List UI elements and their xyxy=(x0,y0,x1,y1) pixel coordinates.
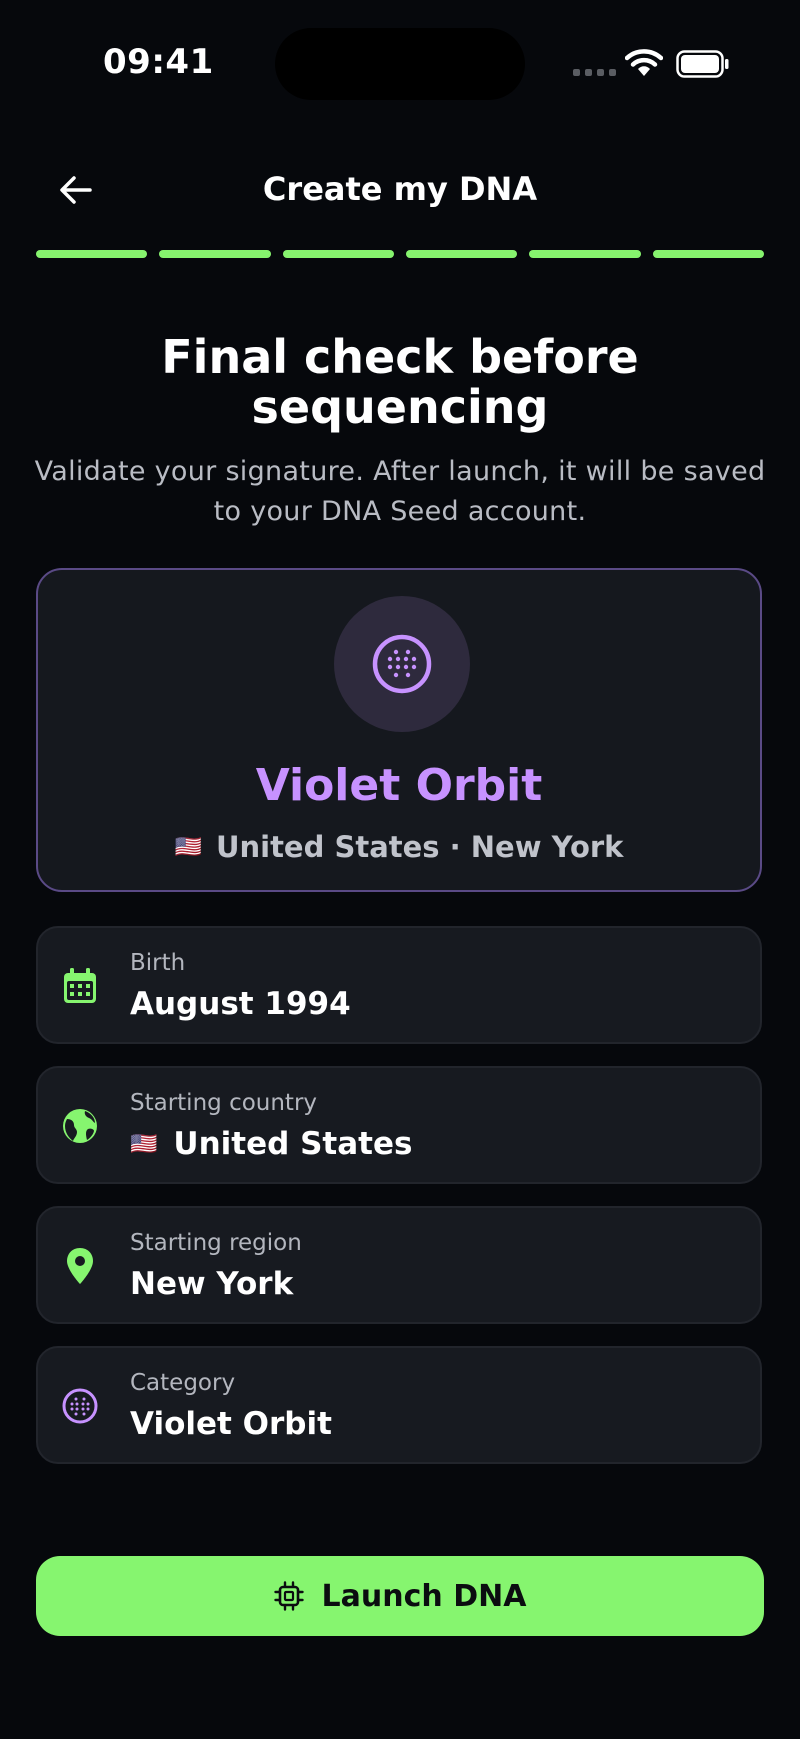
launch-dna-label: Launch DNA xyxy=(321,1578,527,1614)
progress-step xyxy=(282,250,394,258)
birth-label: Birth xyxy=(130,950,186,976)
hero-subtitle: Validate your signature. After launch, i… xyxy=(34,456,766,527)
globe-icon xyxy=(60,1106,100,1146)
us-flag-icon: 🇺🇸 xyxy=(130,1131,158,1157)
orbit-dots-icon xyxy=(372,634,432,694)
status-time: 09:41 xyxy=(103,42,214,82)
cellular-signal-icon xyxy=(573,69,616,76)
chip-icon xyxy=(273,1581,304,1611)
status-bar: 09:41 xyxy=(0,0,800,130)
dna-location-text: United States · New York xyxy=(215,830,624,864)
starting-country-value-text: United States xyxy=(173,1126,413,1162)
starting-region-label: Starting region xyxy=(130,1230,302,1256)
orbit-dots-icon xyxy=(60,1386,100,1426)
launch-dna-button[interactable]: Launch DNA xyxy=(36,1556,764,1636)
step-progress xyxy=(36,250,764,258)
wifi-icon xyxy=(625,49,663,76)
progress-step xyxy=(159,250,271,258)
category-value-text: Violet Orbit xyxy=(130,1406,332,1442)
category-label: Category xyxy=(130,1370,236,1396)
starting-region-value: New York xyxy=(130,1266,293,1302)
progress-step xyxy=(36,250,148,258)
birth-row: Birth August 1994 xyxy=(36,926,762,1044)
category-row: Category Violet Orbit xyxy=(36,1346,762,1464)
starting-region-row: Starting region New York xyxy=(36,1206,762,1324)
calendar-icon xyxy=(60,966,100,1006)
dna-summary-card: Violet Orbit 🇺🇸 United States · New York xyxy=(36,568,762,892)
starting-region-value-text: New York xyxy=(130,1266,294,1302)
us-flag-icon: 🇺🇸 xyxy=(174,834,202,860)
starting-country-row: Starting country 🇺🇸 United States xyxy=(36,1066,762,1184)
starting-country-label: Starting country xyxy=(130,1090,318,1116)
hero-title: Final check before sequencing xyxy=(161,330,639,434)
birth-value: August 1994 xyxy=(130,986,351,1022)
dna-avatar xyxy=(334,596,470,732)
progress-step xyxy=(652,250,764,258)
battery-icon xyxy=(676,50,729,78)
header: Create my DNA xyxy=(0,150,800,230)
page-title: Create my DNA xyxy=(262,170,538,208)
category-value: Violet Orbit xyxy=(130,1406,332,1442)
starting-country-value: 🇺🇸 United States xyxy=(130,1126,412,1162)
progress-step xyxy=(529,250,641,258)
dna-name: Violet Orbit xyxy=(255,760,543,811)
dynamic-island xyxy=(275,28,525,100)
birth-value-text: August 1994 xyxy=(130,986,351,1022)
location-pin-icon xyxy=(60,1246,100,1286)
dna-location: 🇺🇸 United States · New York xyxy=(38,830,760,864)
progress-step xyxy=(405,250,518,258)
